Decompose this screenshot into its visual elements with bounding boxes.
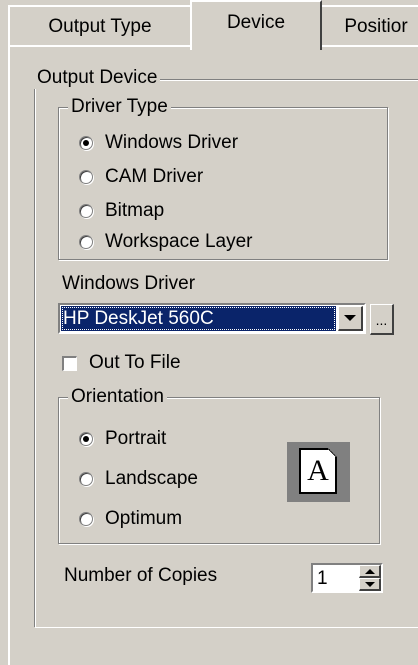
radio-portrait[interactable]: Portrait: [79, 426, 166, 452]
out-to-file-checkbox[interactable]: [62, 355, 77, 371]
windows-driver-value: HP DeskJet 560C: [61, 306, 336, 331]
browse-button-label: ...: [375, 312, 388, 328]
copies-decrement-button[interactable]: [359, 578, 381, 591]
portrait-page-icon: A: [299, 448, 337, 494]
radio-windows-driver-indicator[interactable]: [79, 136, 93, 150]
radio-bitmap[interactable]: Bitmap: [79, 198, 164, 224]
out-to-file-checkbox-row[interactable]: Out To File: [62, 350, 181, 376]
windows-driver-combobox[interactable]: HP DeskJet 560C: [58, 303, 366, 334]
arrow-up-icon: [364, 568, 375, 574]
radio-windows-driver[interactable]: Windows Driver: [79, 130, 238, 156]
orientation-preview: A: [287, 442, 350, 502]
output-device-legend: Output Device: [34, 67, 161, 89]
radio-workspace-layer-indicator[interactable]: [79, 235, 93, 249]
tab-position[interactable]: Positior: [320, 5, 418, 45]
radio-landscape[interactable]: Landscape: [79, 466, 198, 492]
arrow-down-icon: [364, 581, 375, 587]
radio-cam-driver-label: CAM Driver: [105, 166, 204, 187]
radio-optimum-indicator[interactable]: [79, 512, 93, 526]
radio-cam-driver[interactable]: CAM Driver: [79, 164, 203, 190]
browse-button[interactable]: ...: [370, 304, 394, 335]
radio-workspace-layer-label: Workspace Layer: [105, 231, 253, 252]
radio-workspace-layer[interactable]: Workspace Layer: [79, 229, 253, 255]
copies-label: Number of Copies: [64, 565, 218, 586]
copies-value[interactable]: 1: [317, 567, 328, 591]
windows-driver-label: Windows Driver: [62, 273, 196, 294]
driver-type-legend: Driver Type: [68, 96, 171, 118]
tab-output-type-label: Output Type: [48, 16, 152, 37]
radio-landscape-indicator[interactable]: [79, 472, 93, 486]
orientation-legend: Orientation: [68, 386, 167, 408]
radio-bitmap-label: Bitmap: [105, 200, 165, 221]
tab-device-label: Device: [226, 12, 286, 33]
tab-output-type[interactable]: Output Type: [8, 5, 192, 45]
tab-position-label: Positior: [344, 16, 408, 37]
radio-optimum[interactable]: Optimum: [79, 506, 182, 532]
radio-portrait-indicator[interactable]: [79, 432, 93, 446]
radio-optimum-label: Optimum: [105, 508, 183, 529]
out-to-file-label: Out To File: [89, 352, 181, 373]
tab-strip: Output Type Device Positior: [0, 0, 418, 50]
radio-windows-driver-label: Windows Driver: [105, 132, 239, 153]
chevron-down-icon: [344, 315, 356, 321]
windows-driver-dropdown-button[interactable]: [338, 306, 363, 331]
tab-device[interactable]: Device: [190, 0, 322, 50]
radio-landscape-label: Landscape: [105, 468, 198, 489]
copies-spinner[interactable]: 1: [311, 563, 383, 593]
radio-portrait-label: Portrait: [105, 428, 167, 449]
copies-increment-button[interactable]: [359, 565, 381, 578]
radio-cam-driver-indicator[interactable]: [79, 170, 93, 184]
portrait-page-letter: A: [307, 454, 329, 487]
radio-bitmap-indicator[interactable]: [79, 204, 93, 218]
